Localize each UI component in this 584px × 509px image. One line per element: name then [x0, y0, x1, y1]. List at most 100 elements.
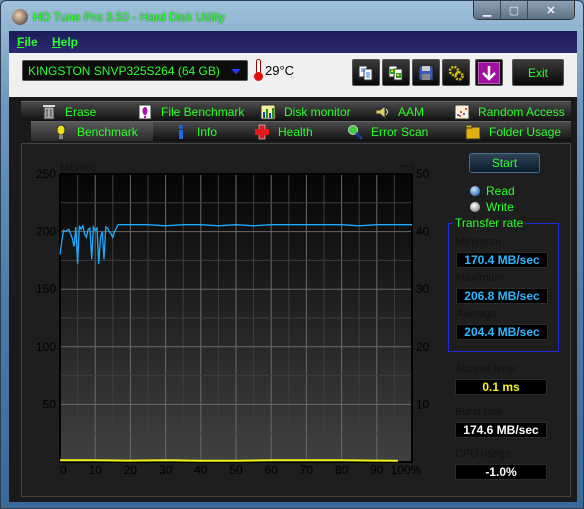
x-tick-label: 10: [89, 463, 103, 477]
benchmark-side-panel: Start Read Write Transfer rate Minimum 1…: [442, 144, 572, 498]
tab-label: Folder Usage: [489, 124, 562, 139]
y-tick-label: 50: [43, 397, 57, 411]
benchmark-panel: 250 200 150 100 50 50 40 30 20 10 0 10 20 30 40 50 60 70 8…: [21, 143, 571, 497]
radio-selected-icon: [470, 186, 480, 196]
temperature-readout: 29°C: [265, 63, 295, 78]
down-arrow-icon: [478, 61, 500, 84]
tab-file-benchmark[interactable]: File Benchmark: [131, 101, 256, 121]
x-tick-label: 80: [335, 463, 349, 477]
close-icon: ✕: [546, 5, 556, 17]
burst-rate-label: Burst rate: [455, 406, 503, 418]
copy-text-button[interactable]: [352, 59, 380, 86]
y2-tick-label: 20: [416, 340, 430, 354]
gears-icon: [448, 65, 464, 81]
trash-icon: [43, 104, 55, 119]
tab-disk-monitor[interactable]: Disk monitor: [256, 101, 366, 121]
drive-select-value: KINGSTON SNVP325S264 (64 GB): [28, 64, 220, 78]
tab-random-access[interactable]: Random Access: [446, 101, 571, 121]
x-tick-label: 70: [300, 463, 314, 477]
bar-chart-icon: [260, 104, 276, 119]
y2-axis-label: ms: [400, 162, 415, 174]
write-radio[interactable]: Write: [470, 200, 514, 214]
read-radio[interactable]: Read: [470, 184, 515, 198]
minimum-value: 170.4 MB/sec: [456, 252, 548, 268]
toolbar: KINGSTON SNVP325S264 (64 GB) 29°C Exit: [9, 53, 577, 97]
cpu-usage-label: CPU usage: [455, 448, 512, 460]
start-button[interactable]: Start: [469, 153, 540, 173]
access-time-value: 0.1 ms: [455, 379, 547, 395]
y-tick-label: 150: [36, 282, 56, 296]
menu-help-accel: H: [52, 35, 61, 49]
drive-select[interactable]: KINGSTON SNVP325S264 (64 GB): [22, 60, 248, 81]
grid: [59, 173, 413, 463]
options-button[interactable]: [442, 59, 470, 86]
minimum-label: Minimum: [456, 236, 501, 248]
menu-file[interactable]: File: [17, 35, 38, 49]
download-button[interactable]: [475, 59, 503, 86]
transfer-rate-title: Transfer rate: [453, 216, 526, 230]
save-button[interactable]: [412, 59, 440, 86]
menu-help-rest: elp: [60, 35, 79, 49]
thermometer-icon: [254, 59, 263, 81]
magnifier-icon: [348, 124, 363, 140]
radio-unselected-icon: [470, 202, 480, 212]
tab-label: Benchmark: [77, 124, 138, 139]
tab-label: Health: [278, 124, 313, 139]
tab-erase[interactable]: Erase: [21, 101, 131, 121]
tab-label: Erase: [65, 104, 97, 119]
x-tick-label: 100%: [391, 463, 422, 477]
maximize-button[interactable]: ▢: [501, 1, 528, 19]
tab-aam[interactable]: AAM: [366, 101, 446, 121]
y-axis-label: MB/sec: [60, 162, 97, 174]
tab-folder-usage[interactable]: Folder Usage: [461, 121, 571, 141]
health-cross-icon: [255, 124, 269, 139]
read-label: Read: [486, 184, 515, 198]
app-icon: [12, 9, 28, 25]
menu-file-rest: ile: [24, 35, 38, 49]
folder-icon: [465, 124, 481, 139]
menu-help[interactable]: Help: [52, 35, 78, 49]
chevron-down-icon: [231, 69, 241, 74]
copy-screenshot-button[interactable]: [382, 59, 410, 86]
x-tick-label: 20: [124, 463, 138, 477]
maximize-icon: ▢: [508, 5, 520, 17]
maximum-value: 206.8 MB/sec: [456, 288, 548, 304]
tab-benchmark[interactable]: Benchmark: [31, 121, 153, 141]
y2-tick-label: 50: [416, 167, 430, 181]
x-tick-label: 50: [229, 463, 243, 477]
app-window: HD Tune Pro 3.50 - Hard Disk Utility ▁ ▢…: [0, 0, 584, 509]
maximum-label: Maximum: [456, 272, 504, 284]
tab-label: AAM: [398, 104, 425, 119]
y2-tick-label: 40: [416, 225, 430, 239]
tab-label: Disk monitor: [284, 104, 351, 119]
burst-rate-value: 174.6 MB/sec: [455, 422, 547, 438]
tab-label: File Benchmark: [161, 104, 245, 119]
transfer-rate-chart: 2502001501005050403020100 10 20 30 40 50 60 70 8…: [36, 162, 430, 477]
scatter-icon: [454, 104, 470, 119]
tab-label: Info: [197, 124, 218, 139]
tab-error-scan[interactable]: Error Scan: [343, 121, 461, 141]
y-tick-label: 100: [36, 340, 56, 354]
tab-label: Error Scan: [371, 124, 429, 139]
client-area: File Help KINGSTON SNVP325S264 (64 GB) 2…: [9, 31, 577, 502]
file-benchmark-icon: [138, 104, 152, 119]
title-bar[interactable]: HD Tune Pro 3.50 - Hard Disk Utility ▁ ▢…: [1, 1, 583, 31]
average-label: Average:: [456, 308, 500, 320]
tab-health[interactable]: Health: [248, 121, 343, 141]
info-icon: [179, 124, 183, 139]
tab-info[interactable]: Info: [153, 121, 248, 141]
exit-button[interactable]: Exit: [512, 59, 564, 86]
x-tick-label: 60: [265, 463, 279, 477]
copy-text-icon: [358, 65, 373, 80]
access-time-label: Access time:: [455, 363, 518, 375]
close-button[interactable]: ✕: [528, 1, 574, 19]
window-controls: ▁ ▢ ✕: [473, 1, 575, 20]
x-tick-label: 90: [370, 463, 384, 477]
minimize-button[interactable]: ▁: [474, 1, 501, 19]
tab-bar: Erase File Benchmark Disk monitor AAM Ra…: [21, 101, 571, 143]
y-tick-label: 200: [36, 225, 56, 239]
x-tick-label: 40: [194, 463, 208, 477]
y2-tick-label: 10: [416, 397, 430, 411]
x-tick-label: 0: [60, 463, 67, 477]
x-tick-label: 30: [159, 463, 173, 477]
